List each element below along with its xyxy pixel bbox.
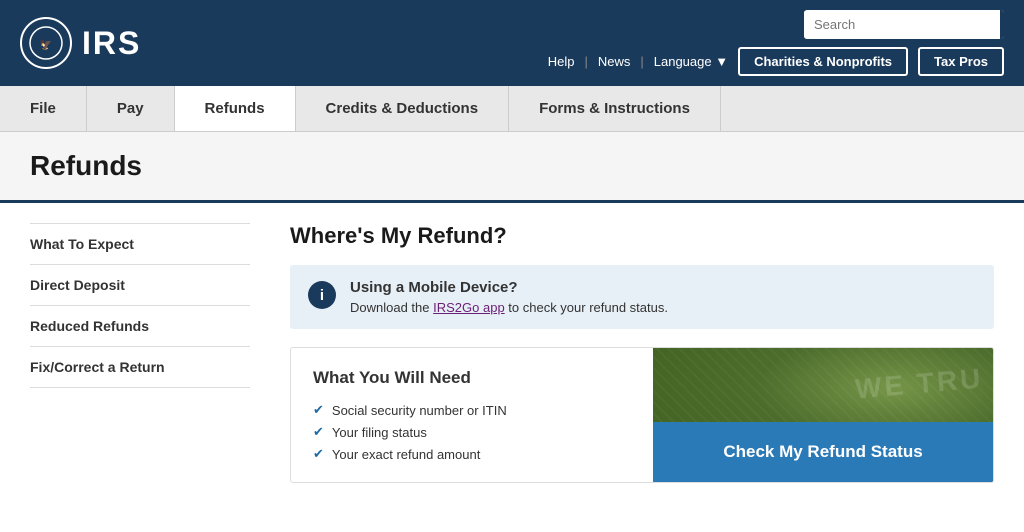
card-left: What You Will Need Social security numbe…	[291, 348, 653, 482]
logo-text: IRS	[82, 25, 141, 62]
info-desc-suffix: to check your refund status.	[505, 300, 668, 315]
help-link[interactable]: Help	[548, 54, 575, 69]
info-box: i Using a Mobile Device? Download the IR…	[290, 265, 994, 329]
sidebar-item-direct-deposit[interactable]: Direct Deposit	[30, 265, 250, 306]
card-title: What You Will Need	[313, 368, 631, 388]
nav-item-pay[interactable]: Pay	[87, 86, 175, 131]
list-item-ssn: Social security number or ITIN	[313, 402, 631, 418]
news-link[interactable]: News	[598, 54, 631, 69]
sidebar: What To Expect Direct Deposit Reduced Re…	[30, 223, 250, 483]
header-right: 🔍 Help | News | Language ▼ Charities & N…	[548, 10, 1004, 76]
info-desc-prefix: Download the	[350, 300, 433, 315]
main-heading: Where's My Refund?	[290, 223, 994, 249]
svg-text:🦅: 🦅	[40, 38, 52, 51]
divider2: |	[640, 54, 643, 69]
main-nav: File Pay Refunds Credits & Deductions Fo…	[0, 86, 1024, 132]
sidebar-item-reduced-refunds[interactable]: Reduced Refunds	[30, 306, 250, 347]
check-refund-button[interactable]: Check My Refund Status	[653, 422, 993, 482]
content-area: What To Expect Direct Deposit Reduced Re…	[0, 203, 1024, 503]
card-right: WE TRU Check My Refund Status	[653, 348, 993, 482]
tax-pros-button[interactable]: Tax Pros	[918, 47, 1004, 76]
sidebar-item-fix-correct[interactable]: Fix/Correct a Return	[30, 347, 250, 388]
search-button[interactable]: 🔍	[1000, 10, 1004, 39]
info-box-content: Using a Mobile Device? Download the IRS2…	[350, 279, 668, 315]
charities-button[interactable]: Charities & Nonprofits	[738, 47, 908, 76]
sidebar-item-what-to-expect[interactable]: What To Expect	[30, 223, 250, 265]
info-box-desc: Download the IRS2Go app to check your re…	[350, 300, 668, 315]
main-content: Where's My Refund? i Using a Mobile Devi…	[290, 223, 994, 483]
page-title: Refunds	[30, 150, 994, 182]
card-list: Social security number or ITIN Your fili…	[313, 402, 631, 462]
irs-logo-icon: 🦅	[20, 17, 72, 69]
info-icon: i	[308, 281, 336, 309]
nav-item-forms[interactable]: Forms & Instructions	[509, 86, 721, 131]
nav-item-refunds[interactable]: Refunds	[175, 86, 296, 131]
page-title-bar: Refunds	[0, 132, 1024, 203]
list-item-filing-status: Your filing status	[313, 424, 631, 440]
irs2go-link[interactable]: IRS2Go app	[433, 300, 505, 315]
logo-area: 🦅 IRS	[20, 17, 141, 69]
info-box-title: Using a Mobile Device?	[350, 279, 668, 296]
nav-item-credits[interactable]: Credits & Deductions	[296, 86, 510, 131]
site-header: 🦅 IRS 🔍 Help | News | Language ▼ Chariti…	[0, 0, 1024, 86]
list-item-refund-amount: Your exact refund amount	[313, 446, 631, 462]
search-input[interactable]	[804, 11, 1000, 38]
divider1: |	[584, 54, 587, 69]
search-bar[interactable]: 🔍	[804, 10, 1004, 39]
refund-card: What You Will Need Social security numbe…	[290, 347, 994, 483]
language-link[interactable]: Language ▼	[654, 54, 728, 69]
header-links: Help | News | Language ▼ Charities & Non…	[548, 47, 1004, 76]
nav-item-file[interactable]: File	[0, 86, 87, 131]
